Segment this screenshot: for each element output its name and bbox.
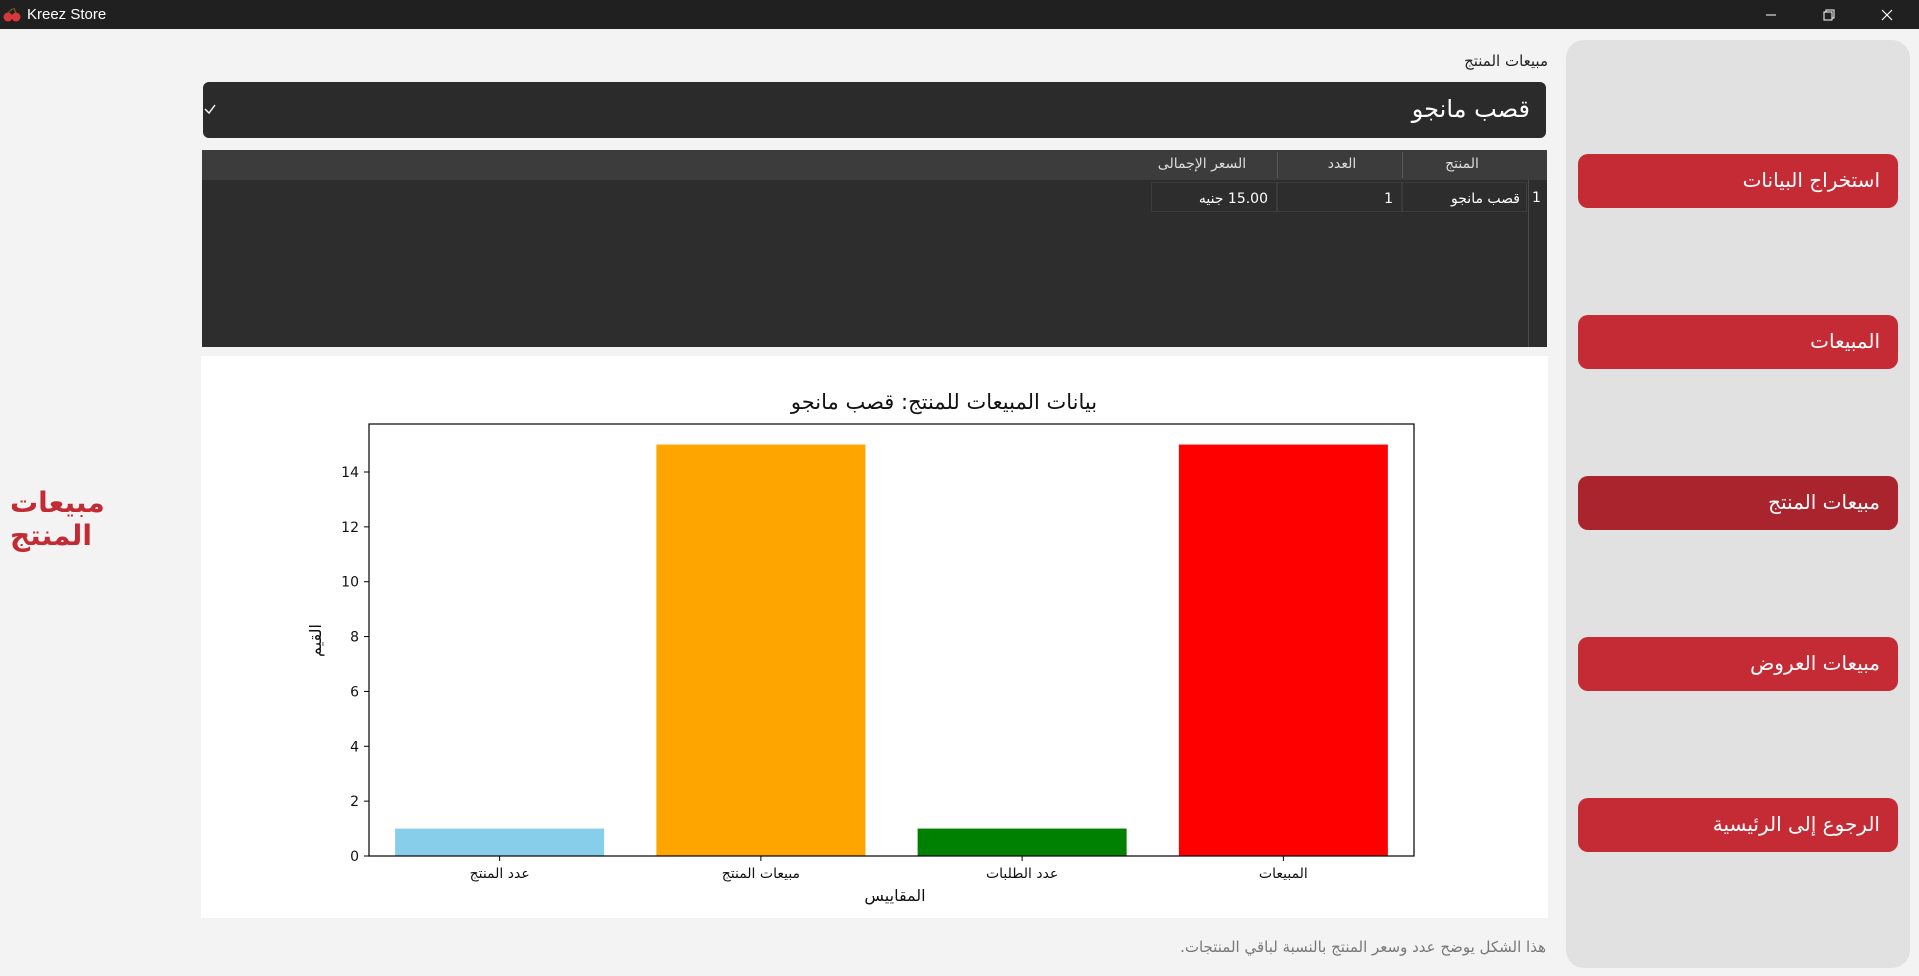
- sidebar: استخراج البيانات المبيعات مبيعات المنتج …: [1566, 40, 1910, 968]
- y-tick-label: 2: [350, 794, 359, 810]
- x-tick-label: المبيعات: [1259, 866, 1308, 882]
- y-tick-label: 0: [350, 849, 359, 865]
- column-header-total-price[interactable]: السعر الإجمالى: [1142, 156, 1262, 172]
- row-number: 1: [1532, 190, 1541, 206]
- product-dropdown[interactable]: قصب مانجو: [203, 82, 1546, 138]
- y-tick-label: 12: [341, 520, 359, 536]
- bar: [395, 828, 605, 856]
- y-tick-label: 6: [350, 684, 359, 700]
- nav-button-label: مبيعات المنتج: [1768, 490, 1880, 514]
- product-selector-label: مبيعات المنتج: [1464, 52, 1548, 70]
- x-tick-label: مبيعات المنتج: [722, 866, 800, 882]
- check-icon: [204, 104, 216, 115]
- nav-product-sales-button[interactable]: مبيعات المنتج: [1578, 476, 1898, 530]
- restore-icon: [1823, 9, 1835, 20]
- column-header-product[interactable]: المنتج: [1422, 156, 1502, 172]
- y-tick-label: 4: [350, 739, 359, 755]
- y-axis-label: القيم: [305, 624, 325, 657]
- cell-product[interactable]: قصب مانجو: [1402, 182, 1527, 212]
- cell-total-price[interactable]: 15.00 جنيه: [1151, 182, 1277, 212]
- close-icon: [1881, 9, 1893, 20]
- minimize-icon: [1766, 14, 1776, 15]
- nav-export-data-button[interactable]: استخراج البيانات: [1578, 154, 1898, 208]
- bar: [656, 444, 866, 856]
- x-tick-label: عدد المنتج: [470, 866, 530, 882]
- column-divider[interactable]: [1277, 152, 1278, 178]
- nav-button-label: استخراج البيانات: [1742, 168, 1880, 192]
- y-tick-label: 8: [350, 630, 359, 646]
- nav-button-label: الرجوع إلى الرئيسية: [1712, 812, 1880, 836]
- page-heading: مبيعات المنتج: [10, 486, 105, 552]
- close-button[interactable]: [1858, 0, 1916, 29]
- vertical-scrollbar[interactable]: [1528, 180, 1529, 347]
- chart-caption: هذا الشكل يوضح عدد وسعر المنتج بالنسبة ل…: [1180, 938, 1546, 956]
- table-header: المنتج العدد السعر الإجمالى: [202, 150, 1547, 180]
- title-bar: Kreez Store: [0, 0, 1919, 29]
- minimize-button[interactable]: [1742, 0, 1800, 29]
- nav-sales-button[interactable]: المبيعات: [1578, 315, 1898, 369]
- y-tick-label: 10: [341, 575, 359, 591]
- bar-chart: عدد المنتج مبيعات المنتج عدد الطلبات المبيع…: [341, 423, 1415, 882]
- product-dropdown-value: قصب مانجو: [1411, 95, 1530, 123]
- y-tick-label: 14: [341, 465, 359, 481]
- window-title: Kreez Store: [27, 6, 107, 23]
- nav-button-label: مبيعات العروض: [1750, 651, 1880, 675]
- cell-count[interactable]: 1: [1277, 182, 1402, 212]
- x-tick-label: عدد الطلبات: [986, 866, 1058, 882]
- cherry-icon: [3, 8, 21, 22]
- column-divider[interactable]: [1402, 152, 1403, 178]
- column-header-count[interactable]: العدد: [1302, 156, 1382, 172]
- bar: [917, 828, 1127, 856]
- nav-back-home-button[interactable]: الرجوع إلى الرئيسية: [1578, 798, 1898, 852]
- restore-button[interactable]: [1800, 0, 1858, 29]
- sales-chart: بيانات المبيعات للمنتج: قصب مانجو عدد ال…: [201, 356, 1548, 918]
- bar: [1178, 444, 1388, 856]
- x-axis-label: المقاييس: [864, 886, 926, 905]
- sales-table: المنتج العدد السعر الإجمالى 1 قصب مانجو …: [202, 150, 1547, 347]
- nav-offer-sales-button[interactable]: مبيعات العروض: [1578, 637, 1898, 691]
- nav-button-label: المبيعات: [1810, 329, 1880, 353]
